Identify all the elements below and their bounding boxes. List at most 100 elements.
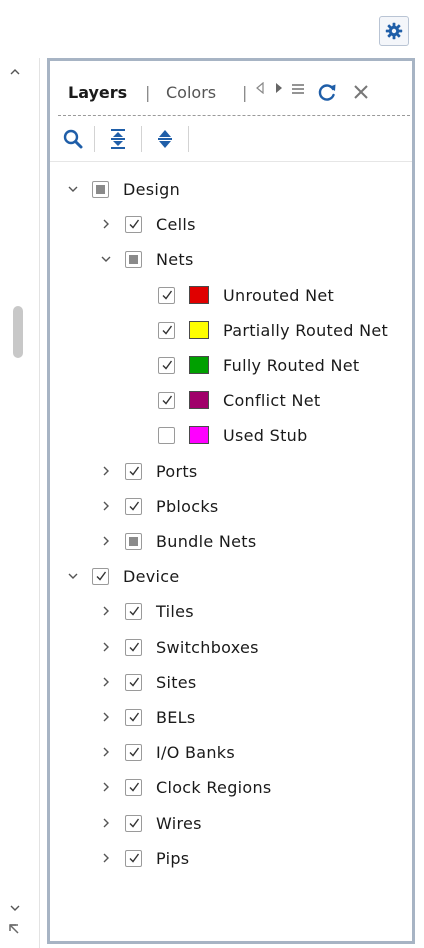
chevron-right-icon[interactable] <box>99 640 113 654</box>
partial-check-icon <box>96 184 105 194</box>
chevron-right-icon[interactable] <box>99 816 113 830</box>
visibility-checkbox[interactable] <box>125 673 142 691</box>
tree-item-label: Pips <box>156 848 190 868</box>
tree-item-conflict-net[interactable]: Conflict Net <box>158 385 320 415</box>
settings-button[interactable] <box>379 16 409 46</box>
visibility-checkbox[interactable] <box>158 391 175 409</box>
visibility-checkbox[interactable] <box>125 462 142 480</box>
visibility-checkbox[interactable] <box>158 356 175 374</box>
visibility-checkbox[interactable] <box>92 567 109 585</box>
chevron-right-icon[interactable] <box>99 217 113 231</box>
tree-item-pblocks[interactable]: Pblocks <box>99 491 219 521</box>
scroll-up-icon[interactable] <box>9 66 21 80</box>
checkmark-icon <box>129 501 139 511</box>
chevron-right-icon[interactable] <box>99 851 113 865</box>
gear-icon <box>385 22 403 40</box>
tree-item-label: Design <box>123 179 181 199</box>
tree-item-sites[interactable]: Sites <box>99 667 197 697</box>
scroll-thumb[interactable] <box>13 306 23 358</box>
chevron-down-icon[interactable] <box>66 569 80 583</box>
refresh-icon[interactable] <box>316 81 342 107</box>
visibility-checkbox[interactable] <box>158 286 175 304</box>
tree-item-cells[interactable]: Cells <box>99 209 196 239</box>
tab-right-arrow-icon[interactable] <box>274 78 284 102</box>
chevron-right-icon[interactable] <box>99 710 113 724</box>
tab-layers[interactable]: Layers <box>68 81 127 105</box>
checkmark-icon <box>129 466 139 476</box>
chevron-right-icon[interactable] <box>99 675 113 689</box>
search-button[interactable] <box>56 117 90 161</box>
tree-item-label: Clock Regions <box>156 777 272 797</box>
tree-item-pips[interactable]: Pips <box>99 843 189 873</box>
color-swatch[interactable] <box>189 356 209 374</box>
tree-item-i-o-banks[interactable]: I/O Banks <box>99 737 235 767</box>
chevron-right-icon[interactable] <box>99 499 113 513</box>
checkmark-icon <box>162 290 172 300</box>
checkmark-icon <box>162 325 172 335</box>
visibility-checkbox[interactable] <box>125 250 142 268</box>
tree-item-label: Unrouted Net <box>223 285 335 305</box>
tab-colors[interactable]: Colors <box>166 81 216 105</box>
visibility-checkbox[interactable] <box>125 638 142 656</box>
tree-item-bels[interactable]: BELs <box>99 702 196 732</box>
tree-item-switchboxes[interactable]: Switchboxes <box>99 632 259 662</box>
checkmark-icon <box>129 818 139 828</box>
tree-item-nets[interactable]: Nets <box>99 244 194 274</box>
collapse-all-button[interactable] <box>101 117 135 161</box>
visibility-checkbox[interactable] <box>158 426 175 444</box>
color-swatch[interactable] <box>189 426 209 444</box>
tab-list-icon[interactable] <box>291 78 305 102</box>
checkmark-icon <box>96 571 106 581</box>
expand-all-button[interactable] <box>148 117 182 161</box>
vertical-scrollbar[interactable] <box>0 58 40 948</box>
chevron-right-icon[interactable] <box>99 464 113 478</box>
chevron-right-icon[interactable] <box>99 780 113 794</box>
visibility-checkbox[interactable] <box>125 849 142 867</box>
color-swatch[interactable] <box>189 391 209 409</box>
visibility-checkbox[interactable] <box>125 215 142 233</box>
partial-check-icon <box>129 536 138 546</box>
tree-item-label: I/O Banks <box>156 742 236 762</box>
chevron-right-icon[interactable] <box>99 745 113 759</box>
toolbar-separator <box>141 126 142 152</box>
visibility-checkbox[interactable] <box>125 602 142 620</box>
tree-item-partially-routed-net[interactable]: Partially Routed Net <box>158 315 388 345</box>
partial-check-icon <box>129 254 138 264</box>
checkmark-icon <box>129 677 139 687</box>
chevron-right-icon[interactable] <box>99 604 113 618</box>
tree-item-ports[interactable]: Ports <box>99 456 198 486</box>
collapse-all-icon <box>111 129 125 149</box>
tree-item-device[interactable]: Device <box>66 561 180 591</box>
resize-corner-icon[interactable] <box>8 923 20 938</box>
checkmark-icon <box>129 642 139 652</box>
tree-item-unrouted-net[interactable]: Unrouted Net <box>158 280 334 310</box>
checkmark-icon <box>162 360 172 370</box>
visibility-checkbox[interactable] <box>125 708 142 726</box>
tree-item-bundle-nets[interactable]: Bundle Nets <box>99 526 257 556</box>
close-icon[interactable] <box>350 81 376 107</box>
tree-item-design[interactable]: Design <box>66 174 180 204</box>
checkmark-icon <box>129 782 139 792</box>
tree-item-tiles[interactable]: Tiles <box>99 596 194 626</box>
visibility-checkbox[interactable] <box>125 778 142 796</box>
visibility-checkbox[interactable] <box>92 180 109 198</box>
chevron-right-icon[interactable] <box>99 534 113 548</box>
tab-separator: | <box>145 83 151 102</box>
visibility-checkbox[interactable] <box>125 814 142 832</box>
scroll-down-icon[interactable] <box>9 902 21 916</box>
visibility-checkbox[interactable] <box>125 497 142 515</box>
tree-item-clock-regions[interactable]: Clock Regions <box>99 772 272 802</box>
tab-left-arrow-icon[interactable] <box>255 78 265 102</box>
color-swatch[interactable] <box>189 321 209 339</box>
color-swatch[interactable] <box>189 286 209 304</box>
tree-item-wires[interactable]: Wires <box>99 808 202 838</box>
checkmark-icon <box>129 606 139 616</box>
chevron-down-icon[interactable] <box>99 252 113 266</box>
visibility-checkbox[interactable] <box>158 321 175 339</box>
tree-item-used-stub[interactable]: Used Stub <box>158 420 308 450</box>
tree-item-label: Nets <box>156 249 194 269</box>
tree-item-fully-routed-net[interactable]: Fully Routed Net <box>158 350 360 380</box>
chevron-down-icon[interactable] <box>66 182 80 196</box>
visibility-checkbox[interactable] <box>125 532 142 550</box>
visibility-checkbox[interactable] <box>125 743 142 761</box>
